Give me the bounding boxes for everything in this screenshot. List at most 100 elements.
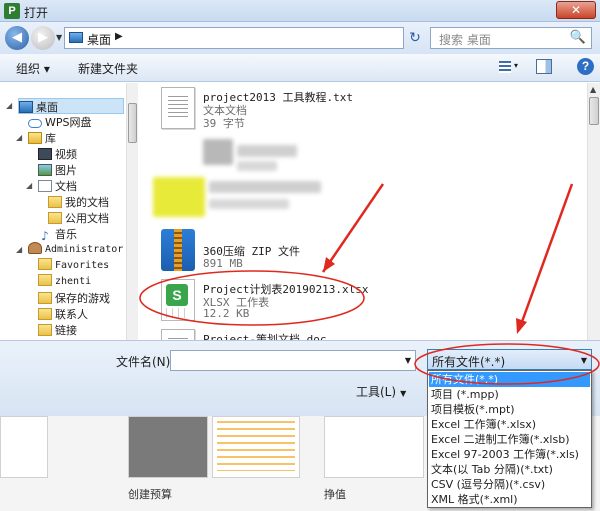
address-bar[interactable]: 桌面 ▶ ▼ (64, 27, 453, 49)
breadcrumb-desktop[interactable]: 桌面 (87, 31, 111, 48)
search-icon[interactable]: 🔍 (570, 30, 586, 45)
back-button[interactable]: ◀ (5, 26, 29, 50)
sidebar-item-wps-cloud[interactable]: WPS网盘 (28, 114, 92, 130)
tree-expand-icon[interactable]: ◢ (6, 101, 12, 110)
sidebar-item-pictures[interactable]: 图片 (38, 162, 77, 178)
nav-pane-scrollbar[interactable] (126, 83, 138, 340)
redacted-thumbnail (203, 139, 233, 165)
refresh-button[interactable]: ↻ (404, 27, 426, 49)
sidebar-item-label: zhenti (55, 276, 92, 287)
template-preview-rows (217, 421, 295, 471)
zip-archive-icon (161, 229, 195, 271)
sidebar-item-my-documents[interactable]: 我的文档 (48, 194, 109, 210)
sidebar-item-music[interactable]: ♪ 音乐 (38, 226, 77, 242)
sidebar-item-label: 桌面 (36, 101, 58, 114)
tools-label: 工具(L) (356, 385, 397, 399)
redacted-thumbnail (153, 177, 205, 217)
change-view-button[interactable]: ▾ (497, 59, 521, 75)
sidebar-item-saved-games[interactable]: 保存的游戏 (38, 290, 110, 306)
list-item[interactable]: 360压缩 ZIP 文件 891 MB (161, 229, 491, 279)
sidebar-item-favorites[interactable]: Favorites (38, 258, 109, 274)
scrollbar-thumb[interactable] (589, 97, 599, 125)
text-file-icon (161, 87, 195, 129)
tools-button[interactable]: 工具(L) ▼ (356, 383, 406, 400)
desktop-icon (19, 101, 33, 113)
sidebar-item-label: 音乐 (55, 228, 77, 241)
title-bar: P 打开 ✕ (0, 0, 600, 22)
forward-button[interactable]: ▶ (31, 26, 55, 50)
chevron-down-icon[interactable]: ▾ (514, 61, 518, 70)
folder-icon (38, 274, 52, 286)
list-item[interactable]: Project-策划文档.doc (161, 329, 491, 340)
sidebar-item-label: 图片 (55, 164, 77, 177)
list-item[interactable]: S Project计划表20190213.xlsx XLSX 工作表 12.2 … (161, 279, 491, 329)
tree-expand-icon[interactable]: ◢ (26, 181, 32, 190)
recent-locations-icon[interactable]: ▼ (56, 33, 62, 42)
redacted-text (209, 181, 321, 193)
wps-spreadsheet-icon: S (166, 284, 188, 306)
chevron-down-icon[interactable]: ▼ (581, 356, 587, 365)
file-size: 891 MB (203, 257, 243, 270)
sidebar-item-label: 视频 (55, 148, 77, 161)
filetype-option[interactable]: Excel 97-2003 工作簿(*.xls) (429, 447, 590, 462)
navigation-bar: ◀ ▶ ▼ 桌面 ▶ ▼ ↻ 搜索 桌面 🔍 (0, 22, 600, 54)
filetype-option[interactable]: Excel 工作簿(*.xlsx) (429, 417, 590, 432)
list-item[interactable]: project2013 工具教程.txt 文本文档 39 字节 (161, 87, 491, 137)
cloud-icon (28, 119, 42, 128)
filetype-option[interactable]: 项目模板(*.mpt) (429, 402, 590, 417)
folder-icon (38, 324, 52, 336)
breadcrumb-arrow-icon[interactable]: ▶ (115, 31, 123, 42)
new-folder-button[interactable]: 新建文件夹 (78, 60, 138, 77)
filetype-option[interactable]: 文本(以 Tab 分隔)(*.txt) (429, 462, 590, 477)
picture-icon (38, 164, 52, 176)
scrollbar-thumb[interactable] (128, 103, 137, 143)
filetype-dropdown-list: 所有文件(*.*) 项目 (*.mpp) 项目模板(*.mpt) Excel 工… (427, 370, 592, 508)
sidebar-item-label: 我的文档 (65, 196, 109, 209)
sidebar-item-label: WPS网盘 (45, 116, 92, 129)
filetype-option[interactable]: Excel 二进制工作簿(*.xlsb) (429, 432, 590, 447)
sidebar-item-label: 文档 (55, 180, 77, 193)
preview-pane-icon[interactable] (536, 59, 552, 74)
chevron-down-icon[interactable]: ▼ (405, 356, 411, 365)
sidebar-item-label: Favorites (55, 260, 110, 271)
template-thumbnail (324, 416, 424, 478)
file-list-scrollbar[interactable]: ▲ (587, 83, 600, 340)
close-button[interactable]: ✕ (556, 1, 596, 19)
chevron-down-icon: ▼ (400, 389, 407, 398)
tree-expand-icon[interactable]: ◢ (16, 245, 22, 254)
help-icon[interactable]: ? (577, 58, 594, 75)
sidebar-item-zhenti[interactable]: zhenti (38, 274, 91, 290)
filetype-option[interactable]: 项目 (*.mpp) (429, 387, 590, 402)
view-grid-icon (499, 61, 511, 73)
doc-file-icon (161, 329, 195, 340)
sidebar-item-administrator[interactable]: Administrator (28, 242, 123, 258)
folder-icon (38, 258, 52, 270)
sidebar-item-contacts[interactable]: 联系人 (38, 306, 88, 322)
document-icon (38, 180, 52, 192)
user-icon (28, 242, 42, 254)
organize-button[interactable]: 组织 ▾ (16, 60, 50, 77)
app-logo-icon: P (4, 3, 20, 19)
file-name: Project-策划文档.doc (203, 333, 327, 340)
template-label: 挣值 (324, 488, 346, 501)
search-box[interactable]: 搜索 桌面 🔍 (430, 27, 592, 49)
scroll-up-icon[interactable]: ▲ (590, 85, 596, 94)
sidebar-item-library[interactable]: 库 (28, 130, 56, 146)
command-toolbar: 组织 ▾ 新建文件夹 ▾ ? (0, 54, 600, 82)
filetype-option[interactable]: 所有文件(*.*) (429, 372, 590, 387)
template-thumbnail (212, 416, 300, 478)
filename-input[interactable]: ▼ (170, 350, 416, 371)
filetype-option[interactable]: XML 格式(*.xml) (429, 492, 590, 507)
sidebar-item-documents[interactable]: 文档 (38, 178, 77, 194)
filetype-select[interactable]: 所有文件(*.*) ▼ (427, 349, 592, 370)
sidebar-item-links[interactable]: 链接 (38, 322, 77, 338)
tree-expand-icon[interactable]: ◢ (16, 133, 22, 142)
filetype-option[interactable]: CSV (逗号分隔)(*.csv) (429, 477, 590, 492)
navigation-pane: 桌面 WPS网盘 库 视频 图片 文档 我的文档 公用文档 ♪ 音乐 Admini… (0, 83, 138, 340)
library-icon (28, 132, 42, 144)
sidebar-item-desktop[interactable]: 桌面 (18, 98, 124, 114)
template-thumbnail (0, 416, 48, 478)
sidebar-item-video[interactable]: 视频 (38, 146, 77, 162)
window-title: 打开 (24, 6, 49, 20)
sidebar-item-public-documents[interactable]: 公用文档 (48, 210, 109, 226)
